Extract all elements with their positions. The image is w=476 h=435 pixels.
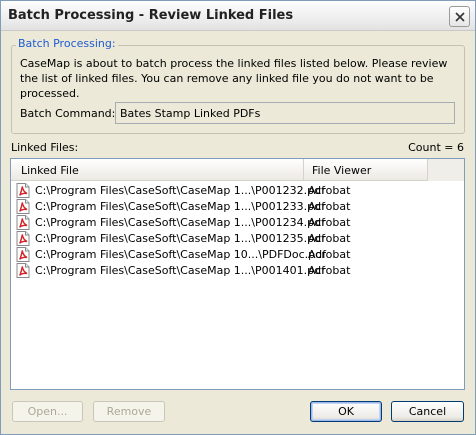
file-viewer: Acrobat bbox=[308, 264, 351, 277]
list-item[interactable]: C:\Program Files\CaseSoft\CaseMap 1...\P… bbox=[11, 230, 464, 246]
file-count: Count = 6 bbox=[408, 141, 464, 154]
file-viewer: Acrobat bbox=[308, 232, 351, 245]
linked-files-label: Linked Files: bbox=[11, 141, 79, 154]
linked-file-path: C:\Program Files\CaseSoft\CaseMap 1...\P… bbox=[35, 200, 325, 213]
column-header-file-viewer[interactable]: File Viewer bbox=[304, 159, 428, 181]
pdf-icon bbox=[16, 215, 30, 230]
list-item[interactable]: C:\Program Files\CaseSoft\CaseMap 10...\… bbox=[11, 246, 464, 262]
linked-file-path: C:\Program Files\CaseSoft\CaseMap 1...\P… bbox=[35, 216, 325, 229]
pdf-icon bbox=[16, 247, 30, 262]
window-title: Batch Processing - Review Linked Files bbox=[8, 8, 294, 23]
remove-button[interactable]: Remove bbox=[93, 401, 165, 422]
title-bar[interactable]: Batch Processing - Review Linked Files bbox=[1, 1, 475, 31]
list-item[interactable]: C:\Program Files\CaseSoft\CaseMap 1...\P… bbox=[11, 198, 464, 214]
linked-file-path: C:\Program Files\CaseSoft\CaseMap 1...\P… bbox=[35, 264, 325, 277]
file-viewer: Acrobat bbox=[308, 200, 351, 213]
linked-file-path: C:\Program Files\CaseSoft\CaseMap 10...\… bbox=[35, 248, 327, 261]
list-header: Linked File File Viewer bbox=[11, 159, 464, 181]
ok-button[interactable]: OK bbox=[310, 401, 382, 422]
pdf-icon bbox=[16, 199, 30, 214]
batch-description: CaseMap is about to batch process the li… bbox=[20, 57, 448, 100]
list-item[interactable]: C:\Program Files\CaseSoft\CaseMap 1...\P… bbox=[11, 214, 464, 230]
column-header-empty bbox=[428, 159, 464, 181]
column-header-linked-file[interactable]: Linked File bbox=[11, 159, 304, 181]
open-button[interactable]: Open... bbox=[12, 401, 83, 422]
close-button[interactable] bbox=[449, 6, 470, 27]
file-viewer: Acrobat bbox=[308, 216, 351, 229]
batch-command-label: Batch Command: bbox=[20, 107, 116, 120]
pdf-icon bbox=[16, 231, 30, 246]
linked-files-list[interactable]: Linked File File Viewer C:\Program Files… bbox=[10, 158, 465, 390]
file-viewer: Acrobat bbox=[308, 248, 351, 261]
list-item[interactable]: C:\Program Files\CaseSoft\CaseMap 1...\P… bbox=[11, 182, 464, 198]
cancel-button[interactable]: Cancel bbox=[391, 401, 464, 422]
file-viewer: Acrobat bbox=[308, 184, 351, 197]
linked-file-path: C:\Program Files\CaseSoft\CaseMap 1...\P… bbox=[35, 184, 325, 197]
group-legend: Batch Processing: bbox=[16, 37, 118, 50]
list-item[interactable]: C:\Program Files\CaseSoft\CaseMap 1...\P… bbox=[11, 262, 464, 278]
pdf-icon bbox=[16, 183, 30, 198]
batch-command-field: Bates Stamp Linked PDFs bbox=[115, 102, 455, 124]
linked-file-path: C:\Program Files\CaseSoft\CaseMap 1...\P… bbox=[35, 232, 325, 245]
close-icon bbox=[455, 12, 465, 22]
pdf-icon bbox=[16, 263, 30, 278]
list-rows: C:\Program Files\CaseSoft\CaseMap 1...\P… bbox=[11, 182, 464, 278]
